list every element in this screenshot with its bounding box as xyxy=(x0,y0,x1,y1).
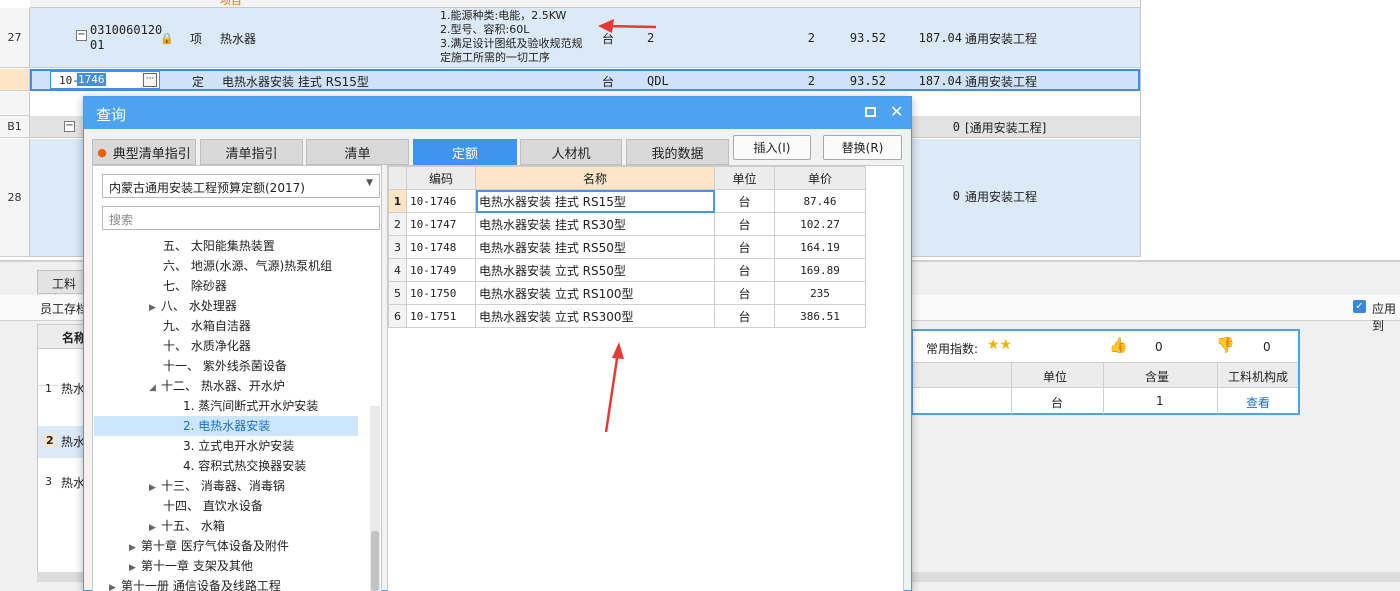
annotation-arrow-left xyxy=(598,19,657,33)
annotation-arrow-up xyxy=(604,342,624,433)
annotation-arrows xyxy=(598,19,657,433)
